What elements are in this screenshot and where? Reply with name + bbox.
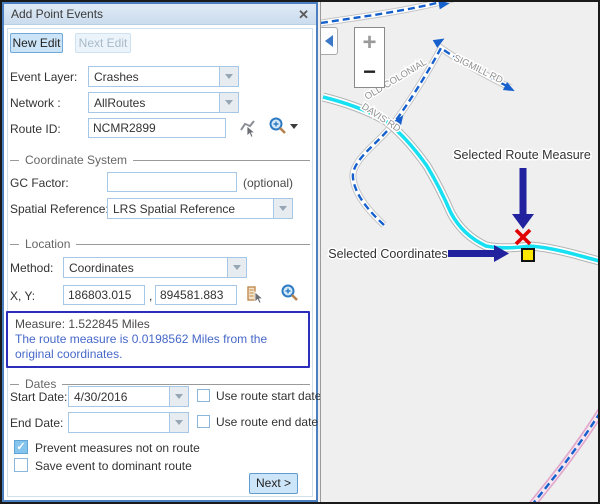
chevron-down-icon[interactable] (219, 93, 238, 112)
zoom-out-button[interactable]: − (354, 57, 385, 88)
zoom-options-caret-icon[interactable] (290, 124, 298, 129)
x-coordinate-input[interactable] (63, 285, 145, 305)
event-layer-dropdown[interactable]: Crashes (88, 66, 239, 87)
xy-separator: , (149, 289, 152, 303)
chevron-down-icon[interactable] (219, 67, 238, 86)
collapse-arrow-icon (325, 35, 333, 47)
panel-titlebar: Add Point Events ✕ (4, 4, 316, 25)
measure-note-text: The route measure is 0.0198562 Miles fro… (15, 332, 301, 362)
close-icon[interactable]: ✕ (298, 8, 309, 21)
event-layer-label: Event Layer: (10, 70, 77, 84)
annotation-coordinates-text: Selected Coordinates (328, 247, 448, 261)
coordinates-marker-square (522, 249, 534, 261)
selected-route-line (323, 97, 600, 262)
end-date-value (69, 413, 169, 432)
prevent-measures-label: Prevent measures not on route (35, 441, 200, 455)
annotation-route-measure-text: Selected Route Measure (453, 148, 591, 162)
road-casing (323, 97, 600, 262)
down-arrow-icon (512, 168, 534, 229)
method-dropdown[interactable]: Coordinates (63, 257, 247, 278)
method-label: Method: (10, 261, 53, 275)
end-date-label: End Date: (10, 416, 63, 430)
collapse-panel-button[interactable] (321, 27, 338, 55)
next-button[interactable]: Next > (249, 473, 298, 494)
network-value: AllRoutes (89, 93, 219, 112)
use-route-start-date-label: Use route start date (216, 389, 321, 403)
gc-factor-input[interactable] (107, 172, 237, 192)
add-point-events-panel: Add Point Events ✕ New Edit Next Edit Ev… (2, 2, 318, 502)
measure-value-text: Measure: 1.522845 Miles (15, 317, 301, 332)
measure-result-box: Measure: 1.522845 Miles The route measur… (6, 311, 310, 368)
zoom-to-coordinates-icon[interactable] (280, 283, 300, 303)
dominant-route-label: Save event to dominant route (35, 459, 192, 473)
new-edit-button[interactable]: New Edit (10, 33, 63, 53)
xy-label: X, Y: (10, 289, 35, 303)
network-label: Network : (10, 96, 61, 110)
dominant-road-casing (531, 408, 600, 502)
route-direction-arrow-icon (438, 2, 450, 9)
use-route-start-date-checkbox[interactable]: ✓ (197, 389, 210, 402)
map-view[interactable]: DAVIS RD OLD COLONIAL SIGMILL RD Selecte… (320, 2, 600, 502)
application-window: Add Point Events ✕ New Edit Next Edit Ev… (0, 0, 600, 504)
method-value: Coordinates (64, 258, 227, 277)
chevron-down-icon[interactable] (273, 199, 292, 218)
zoom-to-route-icon[interactable] (268, 116, 288, 136)
gc-factor-optional-hint: (optional) (243, 176, 293, 190)
start-date-label: Start Date: (10, 390, 67, 404)
coordinate-system-header: Coordinate System (10, 153, 310, 167)
chevron-down-icon[interactable] (227, 258, 246, 277)
zoom-in-button[interactable]: + (354, 27, 385, 58)
start-date-dropdown[interactable]: 4/30/2016 (68, 386, 189, 407)
event-layer-value: Crashes (89, 67, 219, 86)
use-route-end-date-label: Use route end date (216, 415, 318, 429)
panel-title: Add Point Events (11, 7, 103, 21)
route-id-label: Route ID: (10, 122, 61, 136)
network-dropdown[interactable]: AllRoutes (88, 92, 239, 113)
gc-factor-label: GC Factor: (10, 176, 69, 190)
pick-coordinates-icon[interactable] (245, 284, 265, 304)
chevron-down-icon[interactable] (169, 387, 188, 406)
chevron-down-icon[interactable] (169, 413, 188, 432)
dominant-route-checkbox[interactable]: ✓ (14, 458, 28, 472)
use-route-end-date-checkbox[interactable]: ✓ (197, 415, 210, 428)
prevent-measures-checkbox[interactable]: ✓ (14, 440, 28, 454)
next-edit-button[interactable]: Next Edit (75, 33, 131, 53)
spatial-reference-dropdown[interactable]: LRS Spatial Reference (107, 198, 293, 219)
spatial-reference-value: LRS Spatial Reference (108, 199, 273, 218)
location-header: Location (10, 237, 310, 251)
y-coordinate-input[interactable] (155, 285, 237, 305)
select-route-on-map-icon[interactable] (238, 118, 258, 138)
end-date-dropdown[interactable] (68, 412, 189, 433)
route-measure-marker-x (516, 230, 530, 244)
start-date-value: 4/30/2016 (69, 387, 169, 406)
road-label-hill: SIGMILL RD (452, 53, 505, 86)
spatial-reference-label: Spatial Reference: (10, 202, 109, 216)
route-id-input[interactable] (88, 118, 226, 138)
